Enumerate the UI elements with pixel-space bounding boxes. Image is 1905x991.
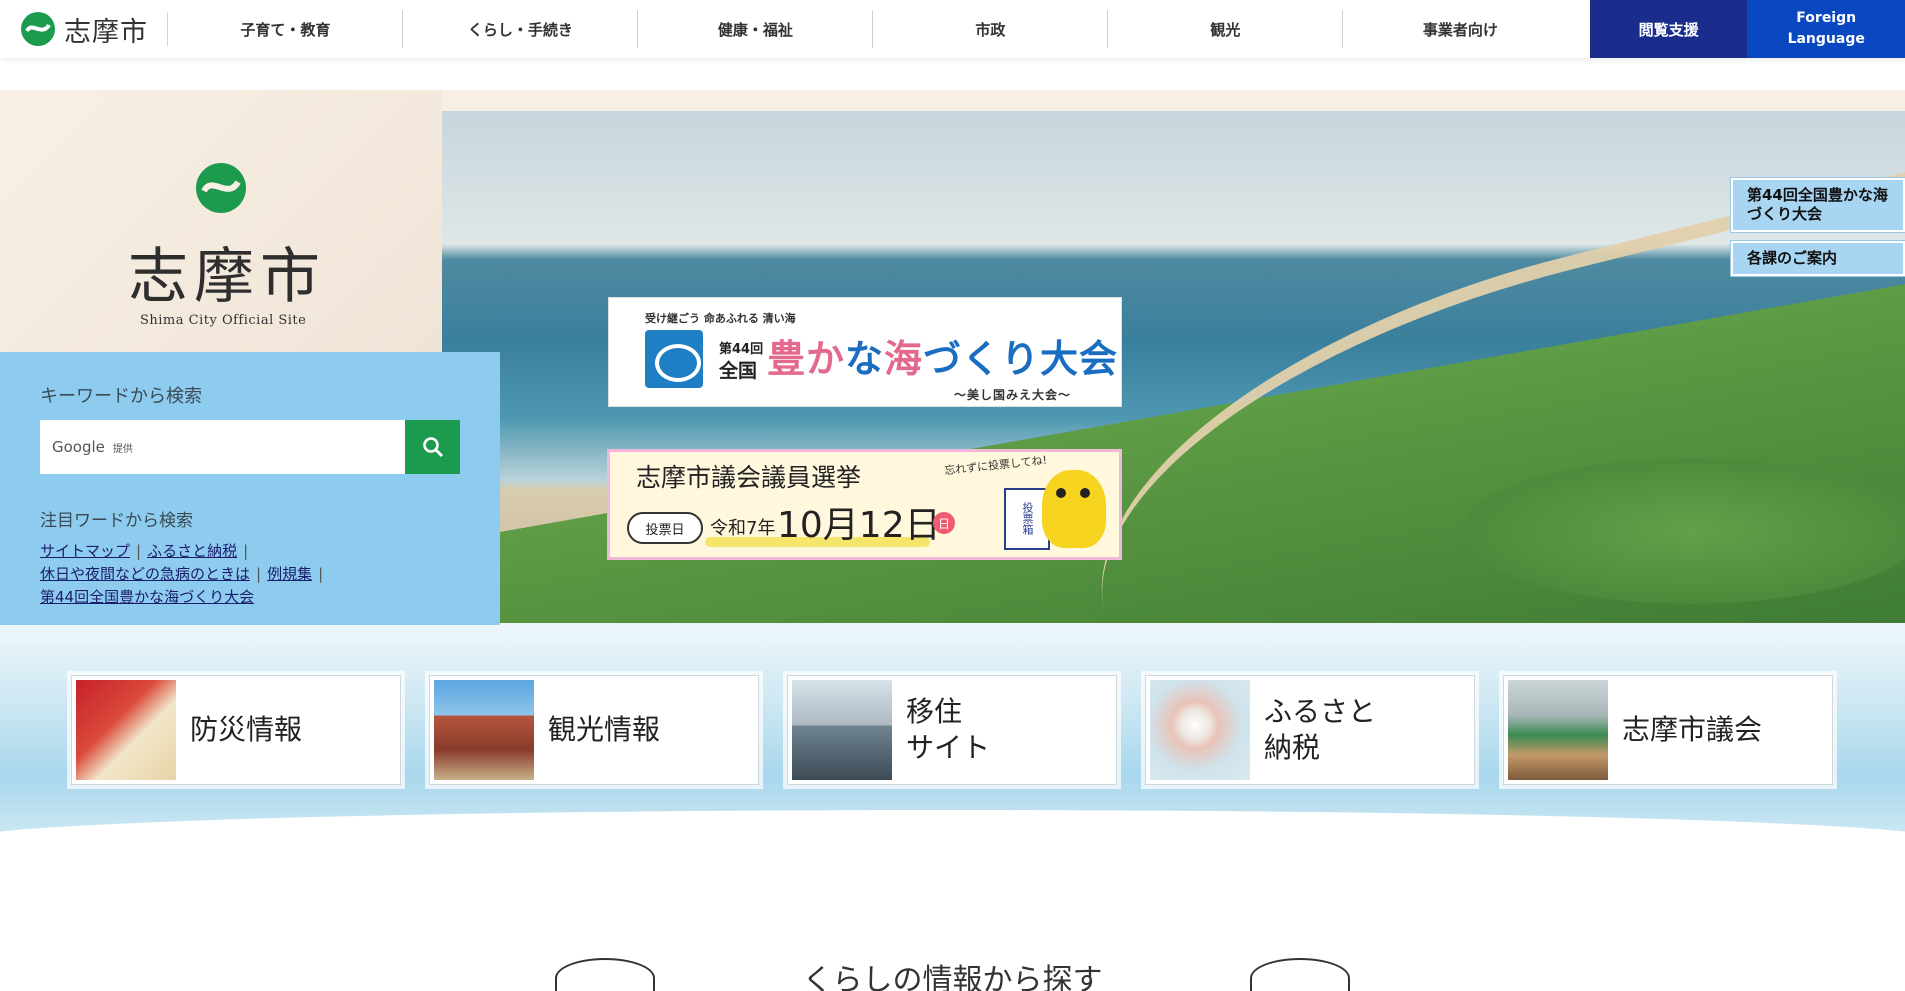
google-label: Google bbox=[52, 438, 105, 456]
pearl-photo bbox=[1150, 680, 1250, 780]
nav-item-living[interactable]: くらし・手続き bbox=[403, 0, 638, 58]
disaster-kit-photo bbox=[76, 680, 176, 780]
header-logo-text: 志摩市 bbox=[64, 16, 148, 48]
featured-search-label: 注目ワードから検索 bbox=[40, 511, 193, 531]
link-emergency[interactable]: 休日や夜間などの急病のときは bbox=[40, 565, 250, 583]
vote-day-pill: 投票日 bbox=[627, 512, 703, 544]
card-label: 志摩市議会 bbox=[1622, 713, 1763, 746]
card-migration[interactable]: 移住 サイト bbox=[787, 675, 1117, 785]
election-banner[interactable]: 志摩市議会議員選挙 投票日 令和7年 10月12日 日 忘れずに投票してね! 投… bbox=[607, 449, 1122, 560]
section-heading: くらしの情報から探す bbox=[802, 963, 1103, 991]
nav-item-tourism[interactable]: 観光 bbox=[1108, 0, 1343, 58]
nav-item-childcare[interactable]: 子育て・教育 bbox=[168, 0, 403, 58]
fest-subtitle: 〜美し国みえ大会〜 bbox=[954, 388, 1072, 402]
fest-tagline: 受け継ごう 命あふれる 清い海 bbox=[645, 312, 796, 325]
link-sitemap[interactable]: サイトマップ bbox=[40, 542, 130, 560]
brand-title: 志摩市 bbox=[128, 242, 326, 312]
header-logo[interactable]: 志摩市 bbox=[0, 12, 168, 48]
fest-title: 豊かな海づくり大会 bbox=[767, 337, 1119, 381]
card-tourism[interactable]: 観光情報 bbox=[429, 675, 759, 785]
accessibility-button[interactable]: 閲覧支援 bbox=[1589, 0, 1748, 58]
nav-item-health[interactable]: 健康・福祉 bbox=[638, 0, 873, 58]
link-reiki[interactable]: 例規集 bbox=[267, 565, 312, 583]
surfer-photo bbox=[792, 680, 892, 780]
card-assembly[interactable]: 志摩市議会 bbox=[1503, 675, 1833, 785]
search-button[interactable] bbox=[405, 420, 460, 474]
search-panel: キーワードから検索 Google 提供 注目ワードから検索 サイトマップ | ふるさ… bbox=[0, 352, 500, 633]
election-title: 志摩市議会議員選挙 bbox=[636, 463, 862, 492]
election-note: 忘れずに投票してね! bbox=[943, 453, 1048, 478]
link-fest[interactable]: 第44回全国豊かな海づくり大会 bbox=[40, 588, 254, 606]
search-icon bbox=[422, 437, 443, 458]
lang-label-1: Foreign bbox=[1796, 10, 1857, 26]
search-input[interactable]: Google 提供 bbox=[40, 420, 405, 474]
fest-count: 第44回 bbox=[719, 342, 764, 357]
card-furusato[interactable]: ふるさと 納税 bbox=[1145, 675, 1475, 785]
card-disaster[interactable]: 防災情報 bbox=[71, 675, 401, 785]
election-era: 令和7年 bbox=[710, 518, 776, 539]
provided-label: 提供 bbox=[112, 443, 133, 455]
mascot-icon bbox=[1042, 470, 1106, 548]
card-label: 防災情報 bbox=[190, 713, 303, 746]
card-label: 移住 サイト bbox=[906, 695, 991, 764]
lang-label-2: Language bbox=[1787, 31, 1865, 47]
election-weekday: 日 bbox=[933, 512, 955, 534]
fest-national: 全国 bbox=[719, 360, 758, 382]
keyword-search-label: キーワードから検索 bbox=[40, 386, 202, 407]
city-logo-icon bbox=[21, 12, 55, 46]
assembly-hall-photo bbox=[1508, 680, 1608, 780]
foreign-language-button[interactable]: Foreign Language bbox=[1747, 0, 1905, 58]
side-button-fest[interactable]: 第44回全国豊かな海づくり大会 bbox=[1731, 178, 1905, 232]
quick-links: 防災情報 観光情報 移住 サイト ふるさと 納税 志摩市議会 bbox=[71, 675, 1861, 785]
card-label: 観光情報 bbox=[548, 713, 661, 746]
fishery-festival-banner[interactable]: 受け継ごう 命あふれる 清い海 第44回 全国 豊かな海づくり大会 〜美し国みえ… bbox=[608, 297, 1122, 407]
brand-subtitle: Shima City Official Site bbox=[140, 313, 307, 328]
statue-photo bbox=[434, 680, 534, 780]
main-nav: 子育て・教育 くらし・手続き 健康・福祉 市政 観光 事業者向け bbox=[168, 0, 1578, 58]
site-header: 志摩市 子育て・教育 くらし・手続き 健康・福祉 市政 観光 事業者向け 閲覧支… bbox=[0, 0, 1905, 58]
side-button-guide[interactable]: 各課のご案内 bbox=[1731, 241, 1905, 276]
city-emblem-icon bbox=[196, 163, 246, 213]
nav-item-business[interactable]: 事業者向け bbox=[1343, 0, 1578, 58]
election-date: 10月12日 bbox=[777, 505, 941, 546]
fish-logo-icon bbox=[645, 330, 703, 388]
link-furusato[interactable]: ふるさと納税 bbox=[147, 542, 237, 560]
featured-links: サイトマップ | ふるさと納税 | 休日や夜間などの急病のときは | 例規集 | 第44回全… bbox=[40, 542, 324, 606]
card-label: ふるさと 納税 bbox=[1264, 695, 1377, 764]
nav-item-cityhall[interactable]: 市政 bbox=[873, 0, 1108, 58]
